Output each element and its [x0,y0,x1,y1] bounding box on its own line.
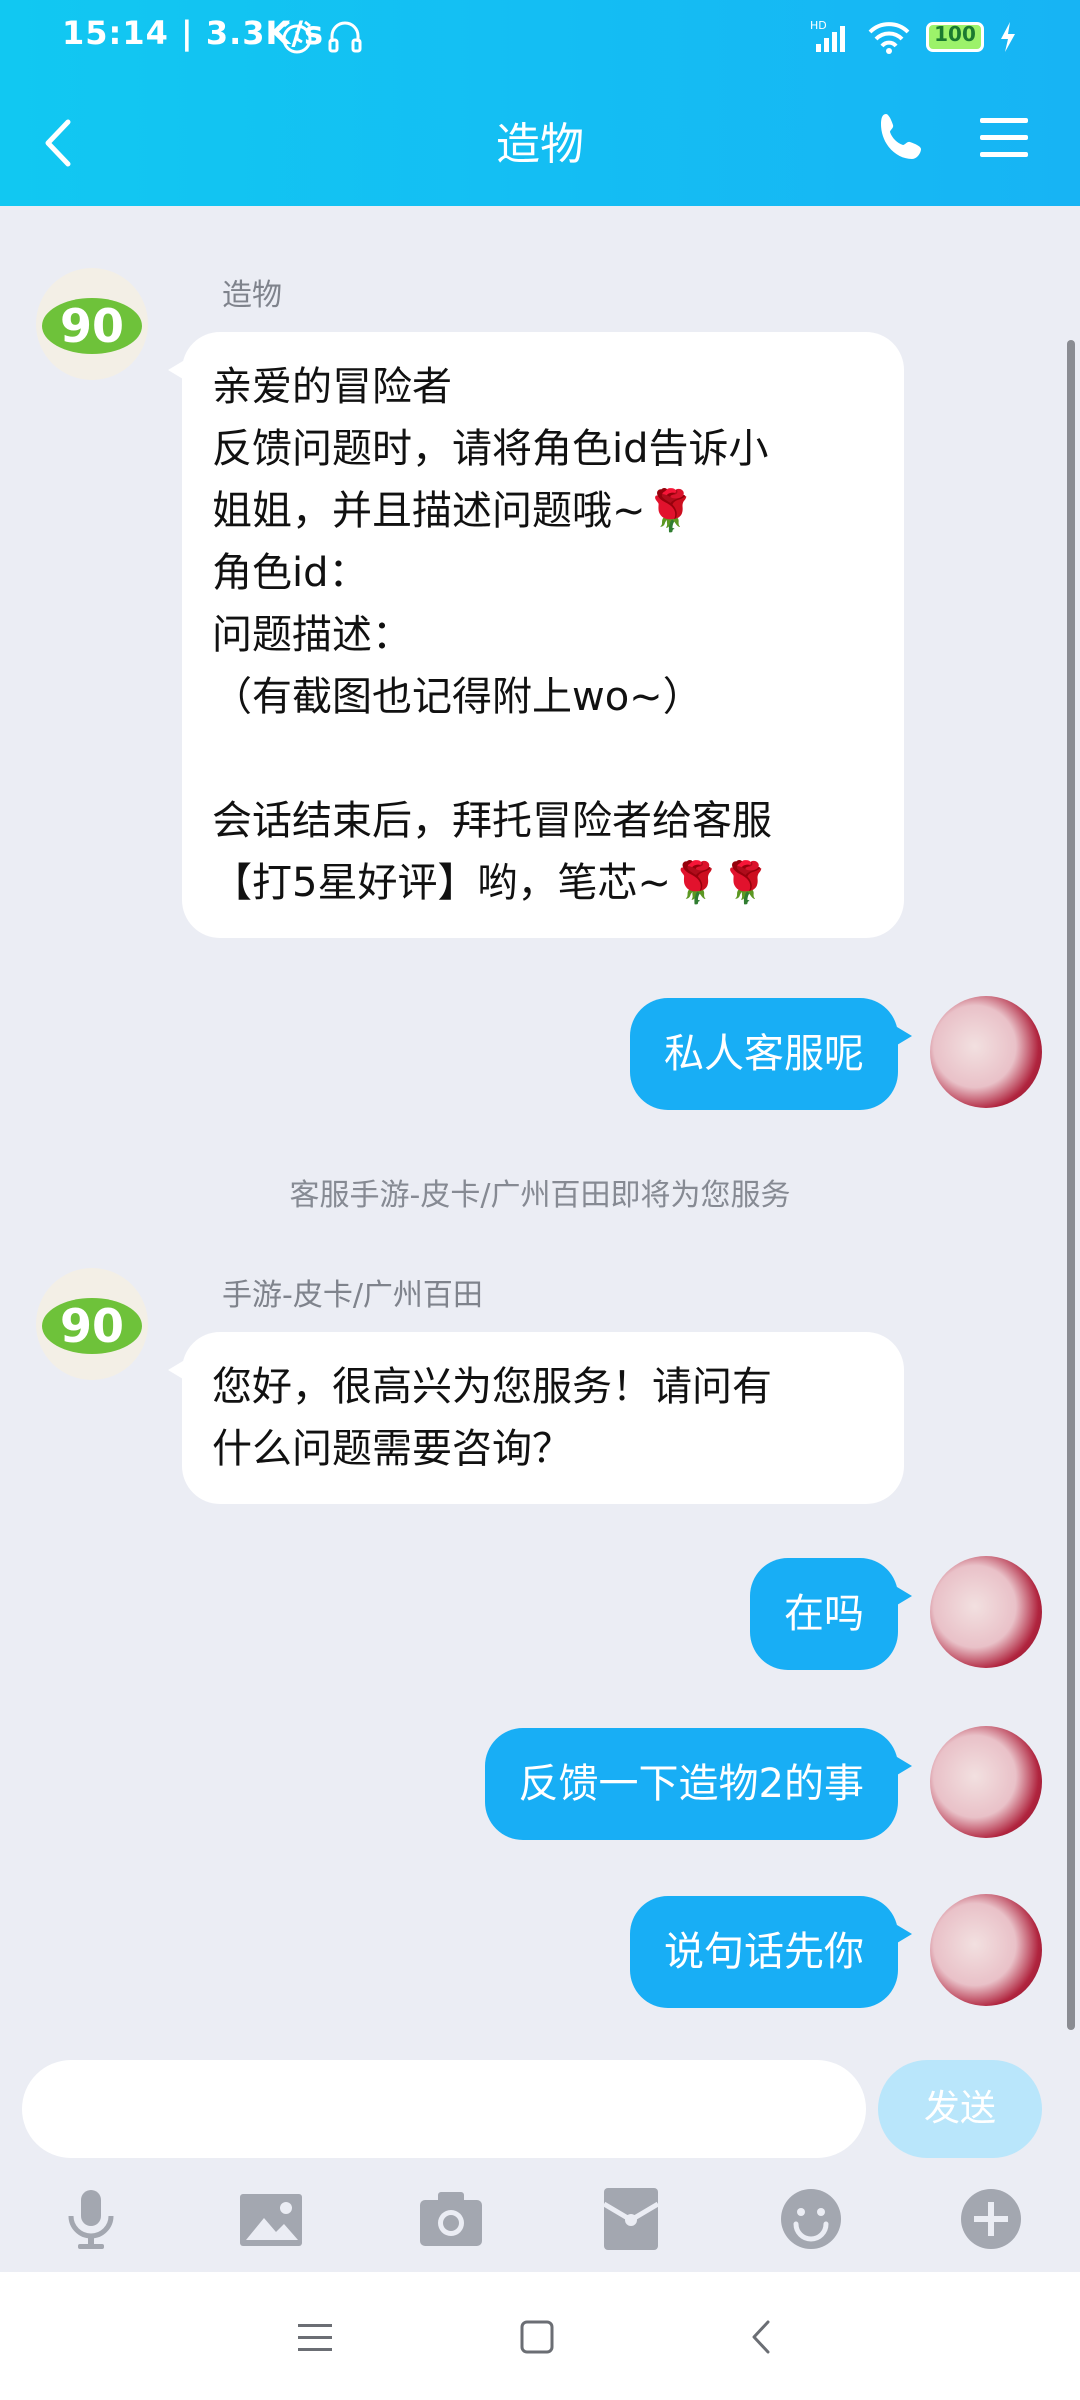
mic-icon[interactable] [56,2184,126,2254]
menu-icon[interactable] [974,108,1034,168]
alarm-icon [282,20,312,54]
message-line: 【打5星好评】哟，笔芯~🌹🌹 [212,860,771,906]
agent-logo-icon: 90 [42,1298,142,1354]
user-avatar[interactable] [930,1556,1042,1668]
headset-icon [328,21,362,53]
system-message: 客服手游-皮卡/广州百田即将为您服务 [289,1178,791,1213]
back-icon[interactable] [738,2312,788,2362]
message-bubble[interactable]: 亲爱的冒险者 反馈问题时，请将角色id告诉小 姐姐，并且描述问题哦~🌹 角色id… [168,332,904,938]
message-line: 会话结束后，拜托冒险者给客服 [212,798,772,844]
message-line: （有截图也记得附上wo~） [212,674,703,720]
message-line: 问题描述： [212,612,412,658]
user-avatar[interactable] [930,996,1042,1108]
message-bubble-outgoing[interactable]: 反馈一下造物2的事 [484,1728,913,1840]
redpacket-icon[interactable] [596,2184,666,2254]
svg-text:HD: HD [810,19,827,32]
message-line: 您好，很高兴为您服务！请问有 [212,1364,772,1410]
menu-icon[interactable] [290,2312,340,2362]
scrollbar[interactable] [1067,340,1075,2030]
battery-icon: 100 [926,22,984,52]
message-line: 亲爱的冒险者 [212,364,452,410]
status-bar: 15:14 | 3.3K/s HD 100 [0,0,1080,78]
image-icon[interactable] [236,2184,306,2254]
chat-area[interactable]: 90 造物 亲爱的冒险者 反馈问题时，请将角色id告诉小 姐姐，并且描述问题哦~… [0,206,1080,2036]
user-avatar[interactable] [930,1894,1042,2006]
camera-icon[interactable] [416,2184,486,2254]
signal-icon: HD [810,19,845,52]
message-line: 反馈问题时，请将角色id告诉小 [212,426,769,472]
svg-text:90: 90 [60,1299,124,1353]
message-line: 什么问题需要咨询？ [212,1426,572,1472]
battery-level: 100 [934,22,976,46]
emoji-icon[interactable] [776,2184,846,2254]
message-bubble-outgoing[interactable]: 说句话先你 [630,1896,912,2008]
message-line: 角色id： [212,550,369,596]
sender-name: 造物 [222,278,282,313]
message-bubble-outgoing[interactable]: 私人客服呢 [630,998,912,1110]
agent-avatar[interactable]: 90 [36,1268,148,1380]
charging-icon [1001,22,1015,52]
app-header: 15:14 | 3.3K/s HD 100 造物 [0,0,1080,206]
message-bubble[interactable]: 您好，很高兴为您服务！请问有 什么问题需要咨询？ [168,1332,904,1504]
home-icon[interactable] [512,2312,562,2362]
status-time: 15:14 [62,14,169,52]
send-button[interactable]: 发送 [878,2060,1042,2158]
title-bar: 造物 [0,78,1080,206]
svg-text:90: 90 [60,299,124,353]
message-line: 姐姐，并且描述问题哦~🌹 [212,488,696,534]
wifi-icon [868,22,910,54]
input-bar: 发送 [0,2036,1080,2272]
phone-icon[interactable] [872,108,932,168]
message-line [212,728,874,790]
message-input[interactable] [22,2060,866,2158]
user-avatar[interactable] [930,1726,1042,1838]
plus-icon[interactable] [956,2184,1026,2254]
bot-logo-icon: 90 [42,298,142,354]
system-nav-bar [0,2272,1080,2400]
sender-name: 手游-皮卡/广州百田 [222,1278,483,1313]
bot-avatar[interactable]: 90 [36,268,148,380]
message-bubble-outgoing[interactable]: 在吗 [750,1558,912,1670]
